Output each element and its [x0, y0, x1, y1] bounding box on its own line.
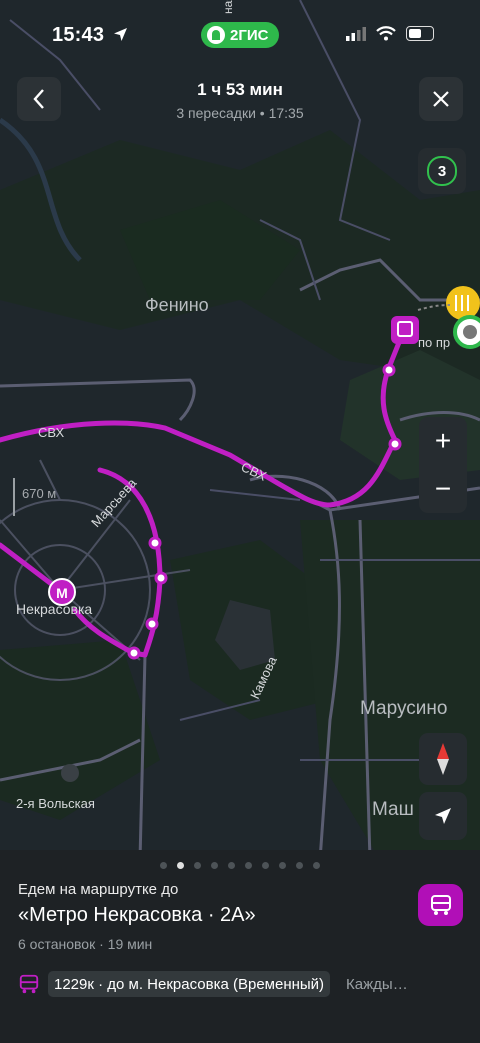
label-volskaya: 2-я Вольская [16, 796, 95, 811]
status-bar: 15:43 2ГИС [0, 0, 480, 70]
page-dot[interactable] [228, 862, 235, 869]
transport-mode-button[interactable] [418, 884, 463, 926]
close-button[interactable] [419, 77, 463, 121]
wifi-icon [376, 26, 396, 41]
system-icons [346, 26, 434, 41]
location-arrow-icon [114, 28, 127, 41]
app-badge[interactable]: 2ГИС [201, 22, 280, 48]
page-indicator[interactable] [0, 862, 480, 869]
page-dot[interactable] [211, 862, 218, 869]
cellular-icon [346, 26, 366, 41]
bus-stop-marker [391, 316, 419, 344]
label-stop: по пр [418, 335, 450, 350]
metro-symbol: М [56, 585, 68, 601]
route-step-sheet[interactable]: Едем на маршрутке до «Метро Некрасовка ·… [0, 850, 480, 1043]
close-icon [433, 91, 449, 107]
minibus-icon [19, 974, 39, 994]
label-mash: Маш [372, 799, 414, 820]
route-header: 1 ч 53 мин 3 пересадки • 17:35 [0, 70, 480, 128]
zoom-controls: + − [419, 417, 467, 513]
compass-icon [437, 743, 449, 775]
shop-icon [61, 764, 79, 782]
page-dot[interactable] [160, 862, 167, 869]
label-nekrasovka: Некрасовка [16, 601, 92, 617]
zoom-out-button[interactable]: − [419, 465, 467, 513]
compass-button[interactable] [419, 733, 467, 785]
label-fenino: Фенино [145, 295, 209, 315]
segment-label: Едем на маршрутке до [18, 881, 179, 898]
scale-label: 670 м [22, 486, 56, 501]
app-logo-icon [207, 26, 225, 44]
page-dot[interactable] [262, 862, 269, 869]
status-time: 15:43 [52, 24, 105, 46]
battery-icon [406, 26, 434, 41]
label-marusino: Марусино [360, 698, 447, 719]
my-location-button[interactable] [419, 792, 467, 840]
route-frequency: Кажды… [346, 975, 408, 993]
page-dot[interactable] [194, 862, 201, 869]
page-dot[interactable] [296, 862, 303, 869]
transfers-count: 3 [427, 156, 457, 186]
transfers-badge[interactable]: 3 [418, 148, 466, 194]
route-row[interactable]: 1229к · до м. Некрасовка (Временный) Каж… [18, 970, 480, 998]
map[interactable]: М Фенино СВХ СВХ Марсьева Некрасовка Кам… [0, 0, 480, 860]
navigation-arrow-icon [435, 808, 451, 824]
route-details: 3 пересадки • 17:35 [176, 105, 304, 121]
segment-meta: 6 остановок · 19 мин [18, 936, 153, 952]
page-dot[interactable] [313, 862, 320, 869]
zoom-in-button[interactable]: + [419, 417, 467, 465]
page-dot[interactable] [245, 862, 252, 869]
app-badge-label: 2ГИС [230, 26, 269, 44]
destination-title: «Метро Некрасовка · 2А» [18, 904, 256, 926]
page-dot[interactable] [177, 862, 184, 869]
page-dot[interactable] [279, 862, 286, 869]
minibus-icon [430, 895, 451, 915]
route-chip[interactable]: 1229к · до м. Некрасовка (Временный) [48, 971, 331, 997]
label-svh-1: СВХ [38, 425, 64, 440]
route-duration: 1 ч 53 мин [197, 80, 283, 99]
